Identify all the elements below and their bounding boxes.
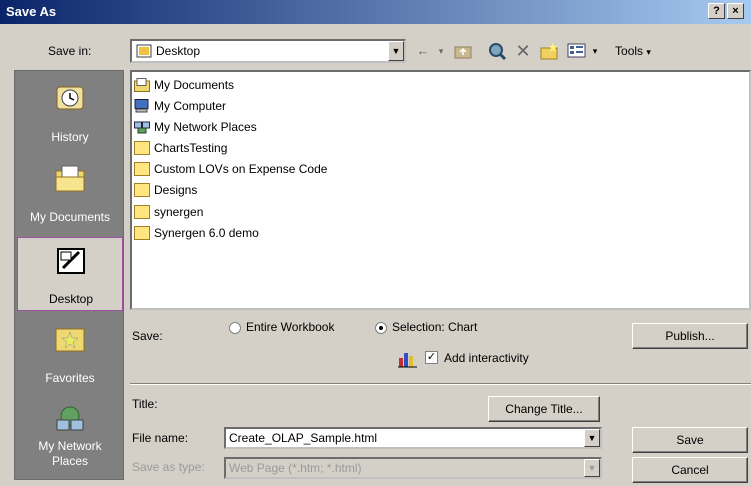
file-name: My Network Places [154,120,257,134]
selection-label[interactable]: Selection: Chart [392,320,477,334]
selection-radio[interactable] [375,322,387,334]
place-label: History [51,130,89,144]
folder-icon [134,205,150,219]
tools-menu[interactable]: Tools ▾ [604,40,662,62]
back-dropdown-icon[interactable]: ▾ [436,40,446,62]
title-label: Title: [132,397,158,411]
save-as-type-value: Web Page (*.htm; *.html) [229,461,362,475]
file-name: synergen [154,205,204,219]
folder-icon [134,183,150,197]
my-documents-icon [134,78,150,92]
folder-icon [134,141,150,155]
folder-icon [134,226,150,240]
cancel-button[interactable]: Cancel [632,457,748,483]
save-in-combo[interactable]: Desktop ▼ [130,39,406,63]
file-name-dropdown-arrow[interactable]: ▼ [584,429,600,447]
new-folder-icon[interactable] [536,40,562,62]
save-as-type-dropdown-arrow[interactable]: ▼ [584,459,600,477]
tools-dropdown-icon: ▾ [646,47,651,57]
place-my-documents[interactable]: My Documents [17,155,123,229]
network-places-icon [134,121,150,134]
title-bar[interactable]: Save As ? × [0,0,751,24]
place-favorites[interactable]: Favorites [17,315,123,389]
desktop-icon [136,44,152,58]
file-name-input[interactable]: Create_OLAP_Sample.html ▼ [224,427,602,449]
save-in-dropdown-arrow[interactable]: ▼ [388,41,404,61]
close-button[interactable]: × [727,3,744,19]
favorites-icon [55,328,85,352]
file-name-label: File name: [132,431,189,445]
divider [130,383,751,385]
delete-icon[interactable]: ✕ [512,40,534,62]
file-name-value: Create_OLAP_Sample.html [229,431,378,445]
places-bar: History My Documents Desktop Favorites M… [14,70,124,480]
entire-workbook-radio[interactable] [229,322,241,334]
change-title-button[interactable]: Change Title... [488,396,600,422]
desktop-icon [57,248,85,274]
computer-icon [134,99,149,113]
folder-icon [134,162,150,176]
place-label: Favorites [45,371,95,385]
views-dropdown-icon[interactable]: ▾ [590,40,600,62]
publish-button[interactable]: Publish... [632,323,748,349]
file-name: My Documents [154,78,235,92]
file-list[interactable]: My Documents My Computer My Network Plac… [130,70,751,310]
place-my-network-places[interactable]: My Network Places [17,397,123,477]
up-folder-icon[interactable] [452,40,474,62]
save-as-type-label: Save as type: [132,460,205,474]
save-as-dialog: Save As ? × Save in: Desktop ▼ ← ▾ ✕ ▾ T… [0,0,751,486]
file-name: ChartsTesting [154,141,228,155]
file-name: My Computer [154,99,227,113]
place-history[interactable]: History [17,75,123,149]
place-label: My Documents [29,210,111,224]
file-name: Designs [154,183,198,197]
chart-icon [398,353,417,368]
file-name: Synergen 6.0 demo [154,226,259,240]
back-arrow-icon[interactable]: ← [412,40,434,62]
views-icon[interactable] [564,40,590,62]
save-in-value: Desktop [156,44,201,58]
network-places-icon [56,406,84,431]
place-label: My Network Places [38,439,102,468]
history-icon [56,86,84,110]
save-in-label: Save in: [48,44,92,58]
save-button[interactable]: Save [632,427,748,453]
entire-workbook-label[interactable]: Entire Workbook [246,320,334,334]
help-button[interactable]: ? [708,3,725,19]
window-title: Save As [6,4,57,19]
file-name: Custom LOVs on Expense Code [154,162,328,176]
save-options-label: Save: [132,329,163,343]
place-desktop[interactable]: Desktop [17,237,123,311]
place-label: Desktop [48,292,94,306]
add-interactivity-checkbox[interactable]: ✓ [425,351,438,364]
add-interactivity-label[interactable]: Add interactivity [444,351,529,365]
save-as-type-select[interactable]: Web Page (*.htm; *.html) ▼ [224,457,602,479]
tools-label: Tools [615,44,644,58]
search-web-icon[interactable] [484,40,510,62]
my-documents-icon [55,165,85,192]
